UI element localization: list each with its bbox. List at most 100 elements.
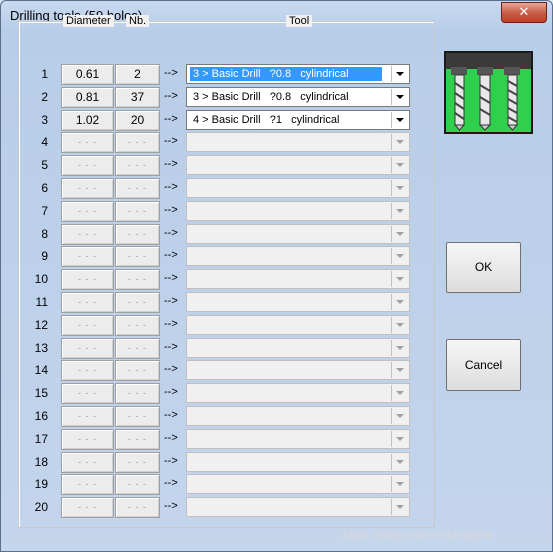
nb-field[interactable]: - - - [115,474,160,495]
nb-field[interactable]: - - - [115,246,160,267]
nb-field[interactable]: 20 [115,110,160,131]
tool-select-value [190,341,196,355]
chevron-down-icon [391,431,408,447]
row-number: 1 [41,67,48,81]
row-number: 9 [41,249,48,263]
tool-select-value [190,227,196,241]
chevron-down-icon [391,271,408,287]
row-number: 11 [35,295,48,309]
chevron-down-icon [391,134,408,150]
tool-select-value [190,409,196,423]
tool-select [186,406,410,426]
nb-field[interactable]: - - - [115,224,160,245]
chevron-down-icon[interactable] [391,112,408,128]
diameter-field[interactable]: - - - [61,132,114,153]
tool-select[interactable]: 3 > Basic Drill ?0.8 cylindrical [186,64,410,84]
diameter-field[interactable]: - - - [61,406,114,427]
diameter-field[interactable]: - - - [61,338,114,359]
nb-field[interactable]: - - - [115,452,160,473]
tool-select-value: 3 > Basic Drill ?0.8 cylindrical [193,91,349,103]
chevron-down-icon [391,317,408,333]
row-number: 3 [41,113,48,127]
nb-field[interactable]: - - - [115,406,160,427]
row-number: 15 [34,386,48,400]
row-number: 16 [34,409,48,423]
nb-field[interactable]: - - - [115,201,160,222]
ok-button[interactable]: OK [446,242,521,293]
row-number: 8 [41,227,48,241]
row-number: 20 [34,500,48,514]
tool-select-value [190,432,196,446]
tool-select [186,292,410,312]
tool-select-value [190,455,196,469]
diameter-field[interactable]: - - - [61,269,114,290]
nb-field[interactable]: 37 [115,87,160,108]
tool-select [186,155,410,175]
chevron-down-icon[interactable] [391,66,408,82]
nb-field[interactable]: - - - [115,178,160,199]
chevron-down-icon [391,385,408,401]
arrow-label: --> [164,500,178,512]
tool-select-value [190,135,196,149]
row-number: 7 [41,204,48,218]
diameter-field[interactable]: - - - [61,383,114,404]
diameter-field[interactable]: - - - [61,452,114,473]
arrow-label: --> [164,363,178,375]
tool-select-value [190,181,196,195]
tool-select[interactable]: 3 > Basic Drill ?0.8 cylindrical [186,87,410,107]
diameter-field[interactable]: - - - [61,155,114,176]
diameter-field[interactable]: - - - [61,246,114,267]
arrow-label: --> [164,90,178,102]
diameter-field[interactable]: - - - [61,201,114,222]
arrow-label: --> [164,455,178,467]
nb-field[interactable]: - - - [115,315,160,336]
diameter-field[interactable]: 0.61 [61,64,114,85]
nb-field[interactable]: - - - [115,360,160,381]
tool-select-value [190,204,196,218]
tool-select[interactable]: 4 > Basic Drill ?1 cylindrical [186,110,410,130]
nb-field[interactable]: - - - [115,155,160,176]
nb-field[interactable]: - - - [115,338,160,359]
tool-select [186,246,410,266]
arrow-label: --> [164,204,178,216]
watermark: https://blog.csdn.net/haigear [343,528,494,542]
tool-select [186,383,410,403]
diameter-field[interactable]: - - - [61,474,114,495]
diameter-field[interactable]: - - - [61,360,114,381]
diameter-field[interactable]: - - - [61,178,114,199]
diameter-field[interactable]: 0.81 [61,87,114,108]
nb-field[interactable]: - - - [115,132,160,153]
tool-select [186,497,410,517]
nb-field[interactable]: 2 [115,64,160,85]
nb-field[interactable]: - - - [115,383,160,404]
chevron-down-icon [391,454,408,470]
cancel-button[interactable]: Cancel [446,339,521,391]
nb-field[interactable]: - - - [115,429,160,450]
diameter-field[interactable]: - - - [61,497,114,518]
nb-field[interactable]: - - - [115,292,160,313]
diameter-field[interactable]: - - - [61,429,114,450]
chevron-down-icon [391,157,408,173]
diameter-field[interactable]: - - - [61,224,114,245]
arrow-label: --> [164,113,178,125]
nb-field[interactable]: - - - [115,497,160,518]
row-number: 4 [41,135,48,149]
close-button[interactable]: ✕ [501,2,547,23]
diameter-field[interactable]: - - - [61,292,114,313]
tool-select [186,429,410,449]
chevron-down-icon [391,408,408,424]
arrow-label: --> [164,295,178,307]
chevron-down-icon [391,203,408,219]
arrow-label: --> [164,67,178,79]
chevron-down-icon [391,340,408,356]
nb-field[interactable]: - - - [115,269,160,290]
diameter-field[interactable]: - - - [61,315,114,336]
diameter-field[interactable]: 1.02 [61,110,114,131]
tool-select-value [190,295,196,309]
arrow-label: --> [164,477,178,489]
chevron-down-icon [391,294,408,310]
drill-bits-icon [444,51,533,134]
arrow-label: --> [164,318,178,330]
arrow-label: --> [164,409,178,421]
chevron-down-icon[interactable] [391,89,408,105]
